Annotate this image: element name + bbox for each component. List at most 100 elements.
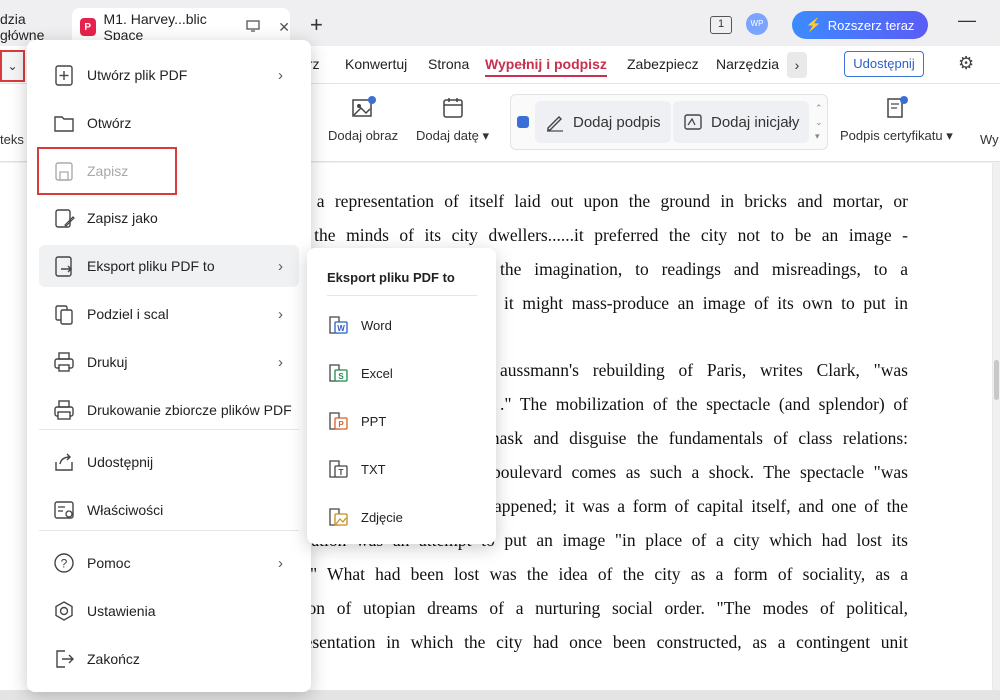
split-merge-icon <box>55 305 73 325</box>
export-excel-item[interactable]: S Excel <box>327 361 393 385</box>
help-item-label: Pomoc <box>87 555 131 571</box>
export-image-item[interactable]: Zdjęcie <box>327 505 403 529</box>
calendar-icon <box>442 98 463 118</box>
pdf-app-icon: P <box>80 18 96 36</box>
document-line: it might mass-produce an image of its ow… <box>504 292 908 313</box>
scrollbar-thumb[interactable] <box>994 360 999 400</box>
gear-icon[interactable]: ⚙ <box>958 53 974 74</box>
split-merge-item[interactable]: Podziel i scal › <box>39 293 299 335</box>
add-signature-label: Dodaj podpis <box>573 113 661 131</box>
export-pdf-item-label: Eksport pliku PDF to <box>87 258 215 274</box>
exit-item[interactable]: Zakończ <box>39 638 299 680</box>
chevron-right-icon: › <box>278 353 283 371</box>
batch-print-item[interactable]: Drukowanie zbiorcze plików PDF <box>39 389 299 431</box>
ppt-icon: P <box>329 412 348 430</box>
save-highlight-box <box>37 147 177 195</box>
image-icon <box>352 96 377 117</box>
page-indicator[interactable]: 1 <box>710 16 732 34</box>
batch-print-icon <box>54 400 74 420</box>
add-date-button[interactable]: Dodaj datę ▾ <box>416 96 489 144</box>
help-item[interactable]: ? Pomoc › <box>39 542 299 584</box>
avatar[interactable]: WP <box>746 13 768 35</box>
properties-item-label: Właściwości <box>87 502 164 518</box>
toolbar-overflow-label[interactable]: Wy <box>980 132 999 147</box>
add-signature-button[interactable]: Dodaj podpis <box>535 101 671 143</box>
word-icon: W <box>329 316 348 334</box>
menu-tab-convert[interactable]: Konwertuj <box>345 56 407 72</box>
add-image-button[interactable]: Dodaj obraz <box>328 96 398 143</box>
lightning-icon: ⚡ <box>805 17 822 32</box>
open-item[interactable]: Otwórz <box>39 102 299 144</box>
text-tool-label[interactable]: teks <box>0 132 24 147</box>
export-submenu: Eksport pliku PDF to W Word S Excel P PP… <box>307 248 496 544</box>
export-txt-label: TXT <box>361 461 386 477</box>
tab-home-label: dzia główne <box>0 11 45 43</box>
add-image-label: Dodaj obraz <box>328 128 399 143</box>
open-item-label: Otwórz <box>87 115 132 131</box>
group-scroll-arrows[interactable]: ⌃ ⌄ ▾ <box>815 101 823 143</box>
monitor-icon[interactable] <box>246 19 260 35</box>
file-menu: Utwórz plik PDF › Otwórz Zapisz Zapisz jako E… <box>27 40 311 692</box>
chevron-right-icon: › <box>278 305 283 323</box>
export-word-item[interactable]: W Word <box>327 313 392 337</box>
menu-tab-tools[interactable]: Narzędzia <box>716 56 779 72</box>
document-line: ction of utopian dreams of a nurturing s… <box>290 597 908 618</box>
cert-signature-button[interactable]: Podpis certyfikatu ▾ <box>840 96 953 144</box>
save-as-item-label: Zapisz jako <box>87 210 158 226</box>
tab-document-label: M1. Harvey...blic Space <box>103 11 207 43</box>
save-as-icon <box>55 209 75 228</box>
settings-item-label: Ustawienia <box>87 603 156 619</box>
add-date-label: Dodaj datę <box>416 128 479 143</box>
document-line: ve a representation of itself laid out u… <box>290 191 908 211</box>
properties-item[interactable]: Właściwości <box>39 489 299 531</box>
divider <box>39 530 299 531</box>
minimize-icon[interactable]: — <box>958 10 976 31</box>
menu-tab-fill-sign[interactable]: Wypełnij i podpisz <box>485 56 607 77</box>
export-submenu-title: Eksport pliku PDF to <box>327 270 455 285</box>
share-icon <box>55 453 73 471</box>
chevron-down-icon: ⌄ <box>7 59 18 73</box>
ai-icon[interactable] <box>517 116 529 128</box>
upgrade-button-label: Rozszerz teraz <box>827 17 915 33</box>
svg-text:S: S <box>338 372 344 381</box>
upgrade-button[interactable]: ⚡ Rozszerz teraz <box>792 11 928 39</box>
share-item-label: Udostępnij <box>87 454 154 470</box>
document-line: presentation in which the city had once … <box>290 631 908 652</box>
export-txt-item[interactable]: T TXT <box>327 457 386 481</box>
divider <box>327 295 477 296</box>
print-icon <box>54 352 74 372</box>
folder-icon <box>54 116 74 132</box>
new-tab-icon[interactable]: + <box>310 12 323 38</box>
chevron-right-icon[interactable]: › <box>787 52 807 78</box>
svg-text:?: ? <box>61 557 68 571</box>
export-icon <box>55 256 72 277</box>
chevron-right-icon: › <box>278 257 283 275</box>
save-as-item[interactable]: Zapisz jako <box>39 197 299 239</box>
signature-group: Dodaj podpis Dodaj inicjały ⌃ ⌄ ▾ <box>510 94 828 150</box>
document-line: ." The mobilization of the spectacle (an… <box>500 394 908 415</box>
share-button[interactable]: Udostępnij <box>844 51 924 77</box>
split-merge-item-label: Podziel i scal <box>87 306 169 322</box>
settings-item[interactable]: Ustawienia <box>39 590 299 632</box>
create-pdf-item-label: Utwórz plik PDF <box>87 67 188 83</box>
exit-item-label: Zakończ <box>87 651 140 667</box>
share-item[interactable]: Udostępnij <box>39 441 299 483</box>
vertical-scrollbar[interactable] <box>993 163 1000 700</box>
create-pdf-item[interactable]: Utwórz plik PDF › <box>39 54 299 96</box>
close-tab-icon[interactable]: ✕ <box>278 19 290 36</box>
document-line: aussmann's rebuilding of Paris, writes C… <box>500 360 908 381</box>
export-ppt-item[interactable]: P PPT <box>327 409 386 433</box>
excel-icon: S <box>329 364 348 382</box>
help-icon: ? <box>54 553 74 573</box>
svg-text:W: W <box>337 324 345 333</box>
svg-text:P: P <box>338 420 344 429</box>
document-line: appened; it was a form of capital itself… <box>494 496 908 517</box>
menu-tab-page[interactable]: Strona <box>428 56 469 72</box>
print-item[interactable]: Drukuj › <box>39 341 299 383</box>
add-initials-button[interactable]: Dodaj inicjały <box>673 101 810 143</box>
create-pdf-icon <box>55 65 73 86</box>
file-menu-button[interactable]: ⌄ <box>0 50 25 82</box>
export-pdf-item[interactable]: Eksport pliku PDF to › <box>39 245 299 287</box>
exit-icon <box>56 650 74 668</box>
menu-tab-protect[interactable]: Zabezpiecz <box>627 56 699 72</box>
